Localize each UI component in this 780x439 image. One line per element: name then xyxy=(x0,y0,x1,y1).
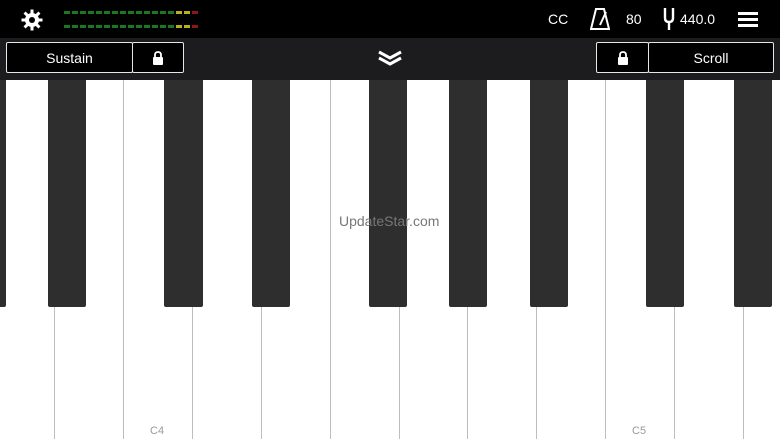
sustain-lock-button[interactable] xyxy=(132,42,184,73)
black-key[interactable] xyxy=(0,80,6,307)
level-meter-left-channel xyxy=(64,11,204,14)
sustain-button[interactable]: Sustain xyxy=(6,42,133,73)
gear-icon[interactable] xyxy=(20,8,44,32)
scroll-button[interactable]: Scroll xyxy=(648,42,774,73)
control-bar: Sustain Scroll xyxy=(0,38,780,80)
watermark: UpdateStar.com xyxy=(339,213,440,229)
metronome-icon[interactable] xyxy=(590,8,610,30)
menu-icon[interactable] xyxy=(738,11,758,27)
scroll-lock-button[interactable] xyxy=(596,42,649,73)
piano-keyboard: C4 C5 UpdateStar.com xyxy=(0,80,780,439)
tempo-value[interactable]: 80 xyxy=(626,11,642,27)
key-label-c5: C5 xyxy=(632,425,647,437)
level-meter xyxy=(64,11,204,29)
black-key[interactable] xyxy=(646,80,684,307)
cc-button[interactable]: CC xyxy=(548,11,568,27)
lock-icon xyxy=(617,50,628,65)
collapse-chevron-icon[interactable] xyxy=(376,48,404,68)
black-key[interactable] xyxy=(164,80,203,307)
top-toolbar: CC 80 440.0 xyxy=(0,0,780,38)
black-key[interactable] xyxy=(449,80,487,307)
black-key[interactable] xyxy=(369,80,407,307)
black-key[interactable] xyxy=(734,80,772,307)
key-label-c4: C4 xyxy=(150,425,165,437)
lock-icon xyxy=(153,50,163,65)
tuning-value[interactable]: 440.0 xyxy=(680,11,715,27)
white-key[interactable] xyxy=(0,80,55,439)
level-meter-right-channel xyxy=(64,25,204,28)
black-key[interactable] xyxy=(252,80,290,307)
black-key[interactable] xyxy=(530,80,568,307)
black-key[interactable] xyxy=(48,80,86,307)
tuning-fork-icon[interactable] xyxy=(662,7,676,31)
